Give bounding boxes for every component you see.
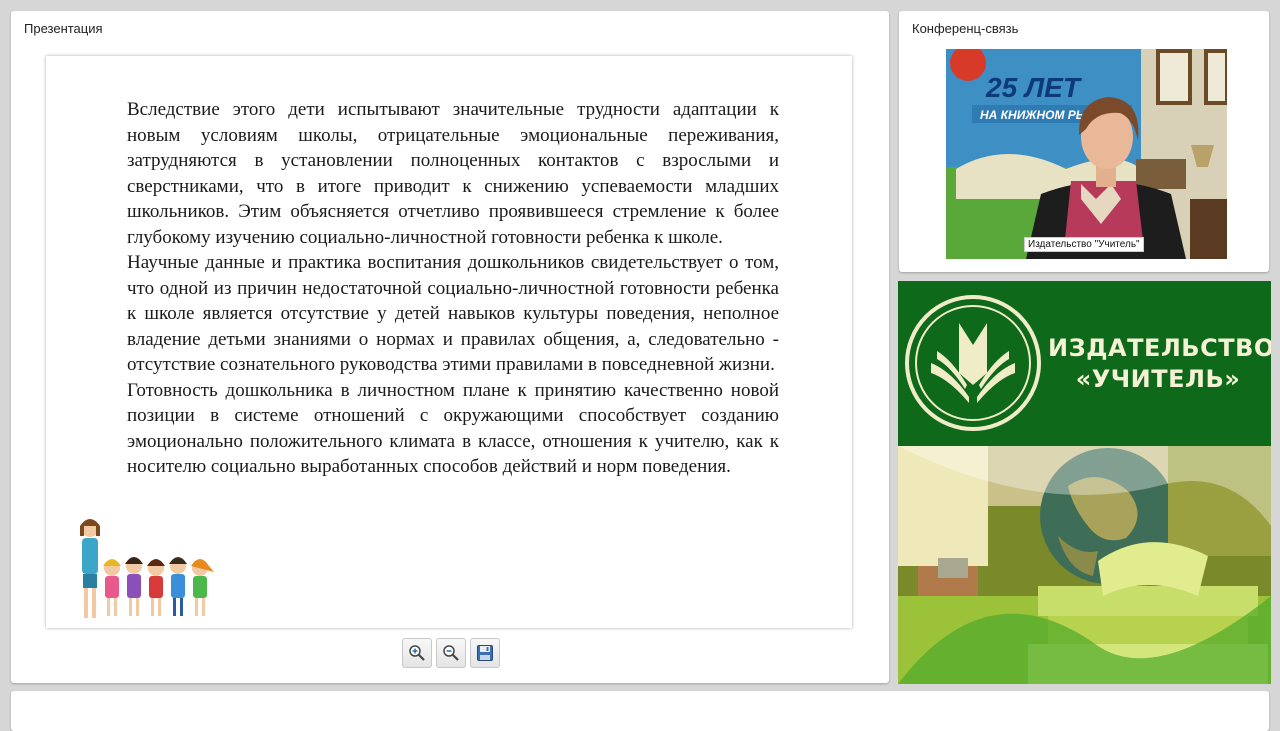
- slide-text: Вследствие этого дети испытывают значите…: [127, 97, 779, 480]
- slide-paragraph-3: Готовность дошкольника в личностном план…: [127, 379, 779, 478]
- publisher-banner: ИЗДАТЕЛЬСТВО «УЧИТЕЛЬ»: [898, 281, 1271, 446]
- zoom-out-icon: [443, 645, 459, 661]
- banner-line-1: 25 ЛЕТ: [985, 72, 1083, 103]
- conference-title: Конференц-связь: [912, 21, 1019, 36]
- save-button[interactable]: [470, 638, 500, 668]
- bottom-panel: [11, 691, 1269, 731]
- presentation-slide: Вследствие этого дети испытывают значите…: [46, 56, 852, 628]
- save-icon: [477, 645, 493, 661]
- slide-paragraph-1: Вследствие этого дети испытывают значите…: [127, 99, 779, 248]
- publisher-name: ИЗДАТЕЛЬСТВО «УЧИТЕЛЬ»: [1048, 333, 1271, 395]
- video-feed[interactable]: 25 ЛЕТ НА КНИЖНОМ РЫ... Издательство "Уч…: [946, 49, 1227, 259]
- presentation-panel: Презентация Вследствие этого дети испыты…: [11, 11, 889, 683]
- publisher-logo-icon: [905, 295, 1041, 431]
- slide-toolbar: [402, 638, 500, 668]
- slide-paragraph-2: Научные данные и практика воспитания дош…: [127, 252, 779, 375]
- presentation-title: Презентация: [24, 21, 103, 36]
- zoom-in-button[interactable]: [402, 638, 432, 668]
- children-illustration: [80, 519, 214, 618]
- books-globe-picture: [898, 446, 1271, 684]
- video-caption: Издательство "Учитель": [1024, 237, 1144, 252]
- banner-line-2: НА КНИЖНОМ РЫ...: [980, 108, 1098, 122]
- books-globe-image: [898, 446, 1271, 684]
- publisher-name-line-2: «УЧИТЕЛЬ»: [1075, 365, 1241, 393]
- video-frame: 25 ЛЕТ НА КНИЖНОМ РЫ...: [946, 49, 1227, 259]
- conference-panel: Конференц-связь 25 ЛЕТ НА КНИЖНОМ РЫ...: [899, 11, 1269, 272]
- publisher-name-line-1: ИЗДАТЕЛЬСТВО: [1048, 334, 1271, 362]
- zoom-out-button[interactable]: [436, 638, 466, 668]
- zoom-in-icon: [409, 645, 425, 661]
